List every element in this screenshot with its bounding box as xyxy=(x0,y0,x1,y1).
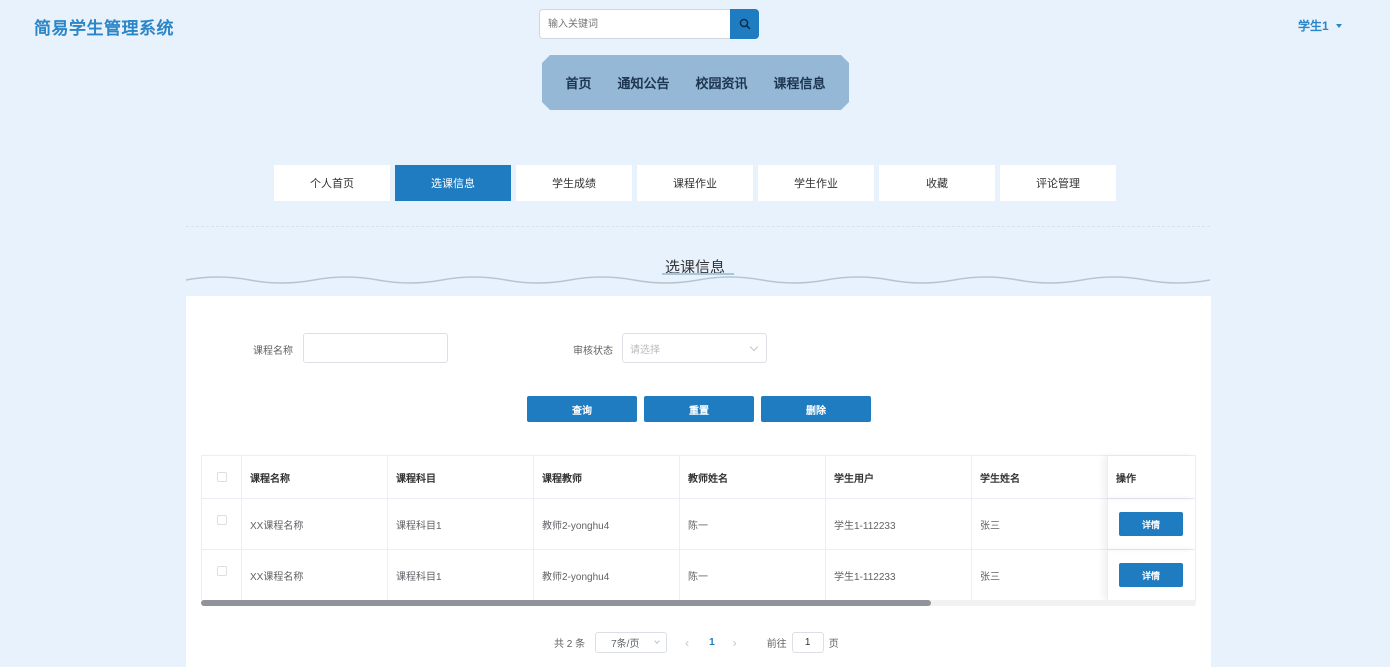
center-tabs: 个人首页 选课信息 学生成绩 课程作业 学生作业 收藏 评论管理 xyxy=(274,165,1116,201)
detail-button[interactable]: 详情 xyxy=(1119,563,1183,587)
column-header: 学生用户 xyxy=(825,456,971,498)
course-name-label: 课程名称 xyxy=(253,346,293,357)
nav-item-courses[interactable]: 课程信息 xyxy=(774,73,826,92)
content-card: 课程名称 审核状态 请选择 查询 重置 删除 课程名称 课程科目 课程教师 教师… xyxy=(186,296,1211,667)
table-row: XX课程名称 课程科目1 教师2-yonghu4 陈一 学生1-112233 张… xyxy=(201,499,1196,550)
prev-page-icon[interactable]: ‹ xyxy=(685,636,689,650)
chevron-down-icon xyxy=(749,342,759,352)
table-header: 课程名称 课程科目 课程教师 教师姓名 学生用户 学生姓名 操作 xyxy=(201,455,1196,499)
table-cell: XX课程名称 xyxy=(241,550,387,600)
nav-item-campus-news[interactable]: 校园资讯 xyxy=(696,73,748,92)
action-cell: 详情 xyxy=(1107,550,1196,600)
table-cell: 教师2-yonghu4 xyxy=(533,550,679,600)
action-cell: 详情 xyxy=(1107,499,1196,549)
table-cell: 陈一 xyxy=(679,499,825,549)
app-title: 简易学生管理系统 xyxy=(34,19,174,38)
delete-button[interactable]: 删除 xyxy=(761,396,871,422)
user-menu[interactable]: 学生1 xyxy=(1298,17,1342,34)
query-button[interactable]: 查询 xyxy=(527,396,637,422)
table-cell: 课程科目1 xyxy=(387,550,533,600)
review-status-placeholder: 请选择 xyxy=(630,344,660,356)
row-checkbox[interactable] xyxy=(216,515,227,525)
tab-course-selection[interactable]: 选课信息 xyxy=(395,165,511,201)
page-suffix: 页 xyxy=(828,639,839,650)
tab-favorites[interactable]: 收藏 xyxy=(879,165,995,201)
goto-page-input[interactable]: 1 xyxy=(791,632,824,653)
nav-item-notices[interactable]: 通知公告 xyxy=(617,73,669,92)
review-status-label: 审核状态 xyxy=(573,346,613,357)
chevron-down-icon xyxy=(654,638,660,644)
pagination: 共 2 条 7条/页 ‹ 1 › 前往 1 页 xyxy=(554,632,839,653)
table-cell: 学生1-112233 xyxy=(825,550,971,600)
table-row: XX课程名称 课程科目1 教师2-yonghu4 陈一 学生1-112233 张… xyxy=(201,550,1196,601)
nav-item-home[interactable]: 首页 xyxy=(565,73,591,92)
page-size-value: 7条/页 xyxy=(611,639,640,650)
column-header: 课程名称 xyxy=(241,456,387,498)
row-checkbox[interactable] xyxy=(216,566,227,576)
review-status-select[interactable]: 请选择 xyxy=(622,333,767,363)
column-header: 课程教师 xyxy=(533,456,679,498)
search-bar xyxy=(539,9,759,39)
column-header: 教师姓名 xyxy=(679,456,825,498)
goto-label: 前往 xyxy=(766,639,787,650)
total-count: 共 2 条 xyxy=(554,639,586,650)
search-input[interactable] xyxy=(539,9,730,39)
course-name-input[interactable] xyxy=(303,333,448,363)
table-cell: 张三 xyxy=(971,499,1107,549)
column-header: 操作 xyxy=(1107,456,1196,498)
column-header: 学生姓名 xyxy=(971,456,1107,498)
tab-personal-home[interactable]: 个人首页 xyxy=(274,165,390,201)
divider xyxy=(186,226,1210,227)
search-button[interactable] xyxy=(730,9,759,39)
main-nav: 首页 通知公告 校园资讯 课程信息 xyxy=(542,55,849,110)
tab-course-homework[interactable]: 课程作业 xyxy=(637,165,753,201)
next-page-icon[interactable]: › xyxy=(733,636,737,650)
row-check-cell xyxy=(201,499,241,549)
row-check-cell xyxy=(201,550,241,600)
tab-student-grades[interactable]: 学生成绩 xyxy=(516,165,632,201)
horizontal-scrollbar[interactable] xyxy=(201,600,931,606)
table-cell: 张三 xyxy=(971,550,1107,600)
caret-down-icon xyxy=(1335,23,1342,28)
select-all-cell xyxy=(201,456,241,498)
reset-button[interactable]: 重置 xyxy=(644,396,754,422)
tab-comments[interactable]: 评论管理 xyxy=(1000,165,1116,201)
table-cell: 学生1-112233 xyxy=(825,499,971,549)
column-header: 课程科目 xyxy=(387,456,533,498)
table-cell: 教师2-yonghu4 xyxy=(533,499,679,549)
table-cell: XX课程名称 xyxy=(241,499,387,549)
page-size-select[interactable]: 7条/页 xyxy=(595,632,668,653)
table-cell: 陈一 xyxy=(679,550,825,600)
tab-student-homework[interactable]: 学生作业 xyxy=(758,165,874,201)
select-all-checkbox[interactable] xyxy=(216,472,227,482)
search-icon xyxy=(739,18,750,30)
course-selection-table: 课程名称 课程科目 课程教师 教师姓名 学生用户 学生姓名 操作 XX课程名称 … xyxy=(201,455,1196,601)
table-cell: 课程科目1 xyxy=(387,499,533,549)
page-number[interactable]: 1 xyxy=(709,637,715,648)
detail-button[interactable]: 详情 xyxy=(1119,512,1183,536)
user-name: 学生1 xyxy=(1298,19,1329,33)
title-underline xyxy=(662,273,734,275)
